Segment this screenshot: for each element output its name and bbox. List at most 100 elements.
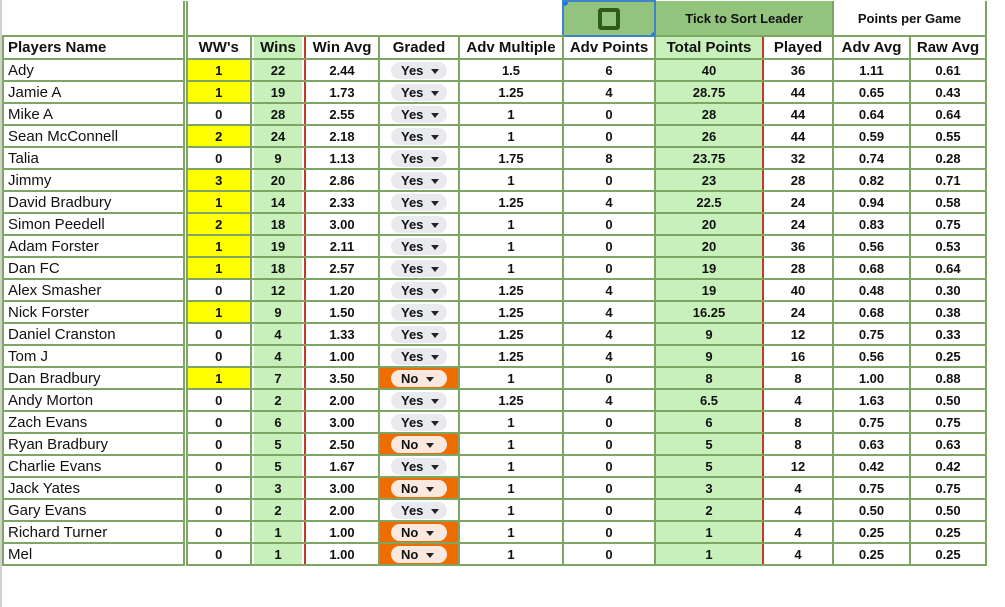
wins-cell[interactable]: 6: [250, 410, 306, 434]
total-points-cell[interactable]: 6: [654, 410, 764, 434]
raw-avg-cell[interactable]: 0.88: [909, 366, 987, 390]
player-name-cell[interactable]: Alex Smasher: [2, 278, 188, 302]
raw-avg-cell[interactable]: 0.25: [909, 520, 987, 544]
wins-cell[interactable]: 9: [250, 146, 306, 170]
graded-dropdown-cell[interactable]: Yes: [378, 102, 460, 126]
win-avg-cell[interactable]: 2.57: [304, 256, 380, 280]
adv-avg-cell[interactable]: 0.56: [832, 234, 911, 258]
adv-points-cell[interactable]: 0: [562, 256, 656, 280]
header-raw-avg[interactable]: Raw Avg: [909, 35, 987, 60]
win-avg-cell[interactable]: 2.00: [304, 388, 380, 412]
win-avg-cell[interactable]: 2.33: [304, 190, 380, 214]
dropdown-arrow-icon[interactable]: [431, 420, 440, 426]
ww-cell[interactable]: 1: [184, 58, 252, 82]
raw-avg-cell[interactable]: 0.30: [909, 278, 987, 302]
wins-cell[interactable]: 2: [250, 388, 306, 412]
total-points-cell[interactable]: 2: [654, 498, 764, 522]
adv-multiple-cell[interactable]: 1: [458, 454, 564, 478]
graded-dropdown-cell[interactable]: Yes: [378, 256, 460, 280]
played-cell[interactable]: 44: [762, 80, 834, 104]
wins-cell[interactable]: 2: [250, 498, 306, 522]
adv-multiple-cell[interactable]: 1: [458, 168, 564, 192]
raw-avg-cell[interactable]: 0.43: [909, 80, 987, 104]
ww-cell[interactable]: 1: [184, 80, 252, 104]
played-cell[interactable]: 36: [762, 58, 834, 82]
played-cell[interactable]: 16: [762, 344, 834, 368]
dropdown-arrow-icon[interactable]: [431, 332, 440, 338]
raw-avg-cell[interactable]: 0.25: [909, 344, 987, 368]
win-avg-cell[interactable]: 1.33: [304, 322, 380, 346]
graded-dropdown[interactable]: No: [391, 545, 447, 563]
wins-cell[interactable]: 3: [250, 476, 306, 500]
adv-multiple-cell[interactable]: 1: [458, 256, 564, 280]
graded-dropdown[interactable]: Yes: [391, 501, 447, 519]
graded-dropdown[interactable]: Yes: [391, 171, 447, 189]
adv-multiple-cell[interactable]: 1: [458, 102, 564, 126]
ww-cell[interactable]: 2: [184, 212, 252, 236]
wins-cell[interactable]: 22: [250, 58, 306, 82]
adv-avg-cell[interactable]: 0.68: [832, 256, 911, 280]
wins-cell[interactable]: 20: [250, 168, 306, 192]
adv-points-cell[interactable]: 0: [562, 102, 656, 126]
raw-avg-cell[interactable]: 0.75: [909, 410, 987, 434]
ww-cell[interactable]: 0: [184, 388, 252, 412]
graded-dropdown-cell[interactable]: No: [378, 520, 460, 544]
win-avg-cell[interactable]: 2.18: [304, 124, 380, 148]
total-points-cell[interactable]: 23.75: [654, 146, 764, 170]
player-name-cell[interactable]: Jimmy: [2, 168, 188, 192]
adv-avg-cell[interactable]: 0.94: [832, 190, 911, 214]
player-name-cell[interactable]: Talia: [2, 146, 188, 170]
header-total-points[interactable]: Total Points: [654, 35, 764, 60]
win-avg-cell[interactable]: 2.55: [304, 102, 380, 126]
played-cell[interactable]: 36: [762, 234, 834, 258]
total-points-cell[interactable]: 26: [654, 124, 764, 148]
ww-cell[interactable]: 3: [184, 168, 252, 192]
wins-cell[interactable]: 4: [250, 344, 306, 368]
win-avg-cell[interactable]: 1.20: [304, 278, 380, 302]
wins-cell[interactable]: 12: [250, 278, 306, 302]
ww-cell[interactable]: 2: [184, 124, 252, 148]
dropdown-arrow-icon[interactable]: [426, 376, 435, 382]
win-avg-cell[interactable]: 1.00: [304, 542, 380, 566]
player-name-cell[interactable]: Dan Bradbury: [2, 366, 188, 390]
wins-cell[interactable]: 5: [250, 454, 306, 478]
ww-cell[interactable]: 0: [184, 102, 252, 126]
ww-cell[interactable]: 0: [184, 410, 252, 434]
player-name-cell[interactable]: Simon Peedell: [2, 212, 188, 236]
adv-avg-cell[interactable]: 0.25: [832, 520, 911, 544]
win-avg-cell[interactable]: 2.86: [304, 168, 380, 192]
graded-dropdown-cell[interactable]: Yes: [378, 168, 460, 192]
header-adv-multiple[interactable]: Adv Multiple: [458, 35, 564, 60]
graded-dropdown[interactable]: Yes: [391, 303, 447, 321]
adv-points-cell[interactable]: 4: [562, 388, 656, 412]
player-name-cell[interactable]: Nick Forster: [2, 300, 188, 324]
raw-avg-cell[interactable]: 0.64: [909, 256, 987, 280]
win-avg-cell[interactable]: 1.00: [304, 344, 380, 368]
played-cell[interactable]: 12: [762, 322, 834, 346]
played-cell[interactable]: 4: [762, 498, 834, 522]
wins-cell[interactable]: 4: [250, 322, 306, 346]
dropdown-arrow-icon[interactable]: [431, 244, 440, 250]
adv-multiple-cell[interactable]: 1: [458, 498, 564, 522]
graded-dropdown-cell[interactable]: Yes: [378, 234, 460, 258]
total-points-cell[interactable]: 8: [654, 366, 764, 390]
graded-dropdown[interactable]: Yes: [391, 193, 447, 211]
adv-multiple-cell[interactable]: 1.25: [458, 388, 564, 412]
ww-cell[interactable]: 0: [184, 498, 252, 522]
wins-cell[interactable]: 28: [250, 102, 306, 126]
adv-avg-cell[interactable]: 0.75: [832, 322, 911, 346]
graded-dropdown[interactable]: Yes: [391, 237, 447, 255]
graded-dropdown[interactable]: Yes: [391, 215, 447, 233]
adv-multiple-cell[interactable]: 1.75: [458, 146, 564, 170]
dropdown-arrow-icon[interactable]: [431, 464, 440, 470]
adv-multiple-cell[interactable]: 1.25: [458, 322, 564, 346]
adv-points-cell[interactable]: 0: [562, 124, 656, 148]
adv-points-cell[interactable]: 0: [562, 476, 656, 500]
played-cell[interactable]: 12: [762, 454, 834, 478]
graded-dropdown-cell[interactable]: Yes: [378, 344, 460, 368]
graded-dropdown-cell[interactable]: Yes: [378, 146, 460, 170]
graded-dropdown-cell[interactable]: Yes: [378, 300, 460, 324]
adv-multiple-cell[interactable]: 1: [458, 432, 564, 456]
ww-cell[interactable]: 0: [184, 542, 252, 566]
graded-dropdown[interactable]: No: [391, 523, 447, 541]
